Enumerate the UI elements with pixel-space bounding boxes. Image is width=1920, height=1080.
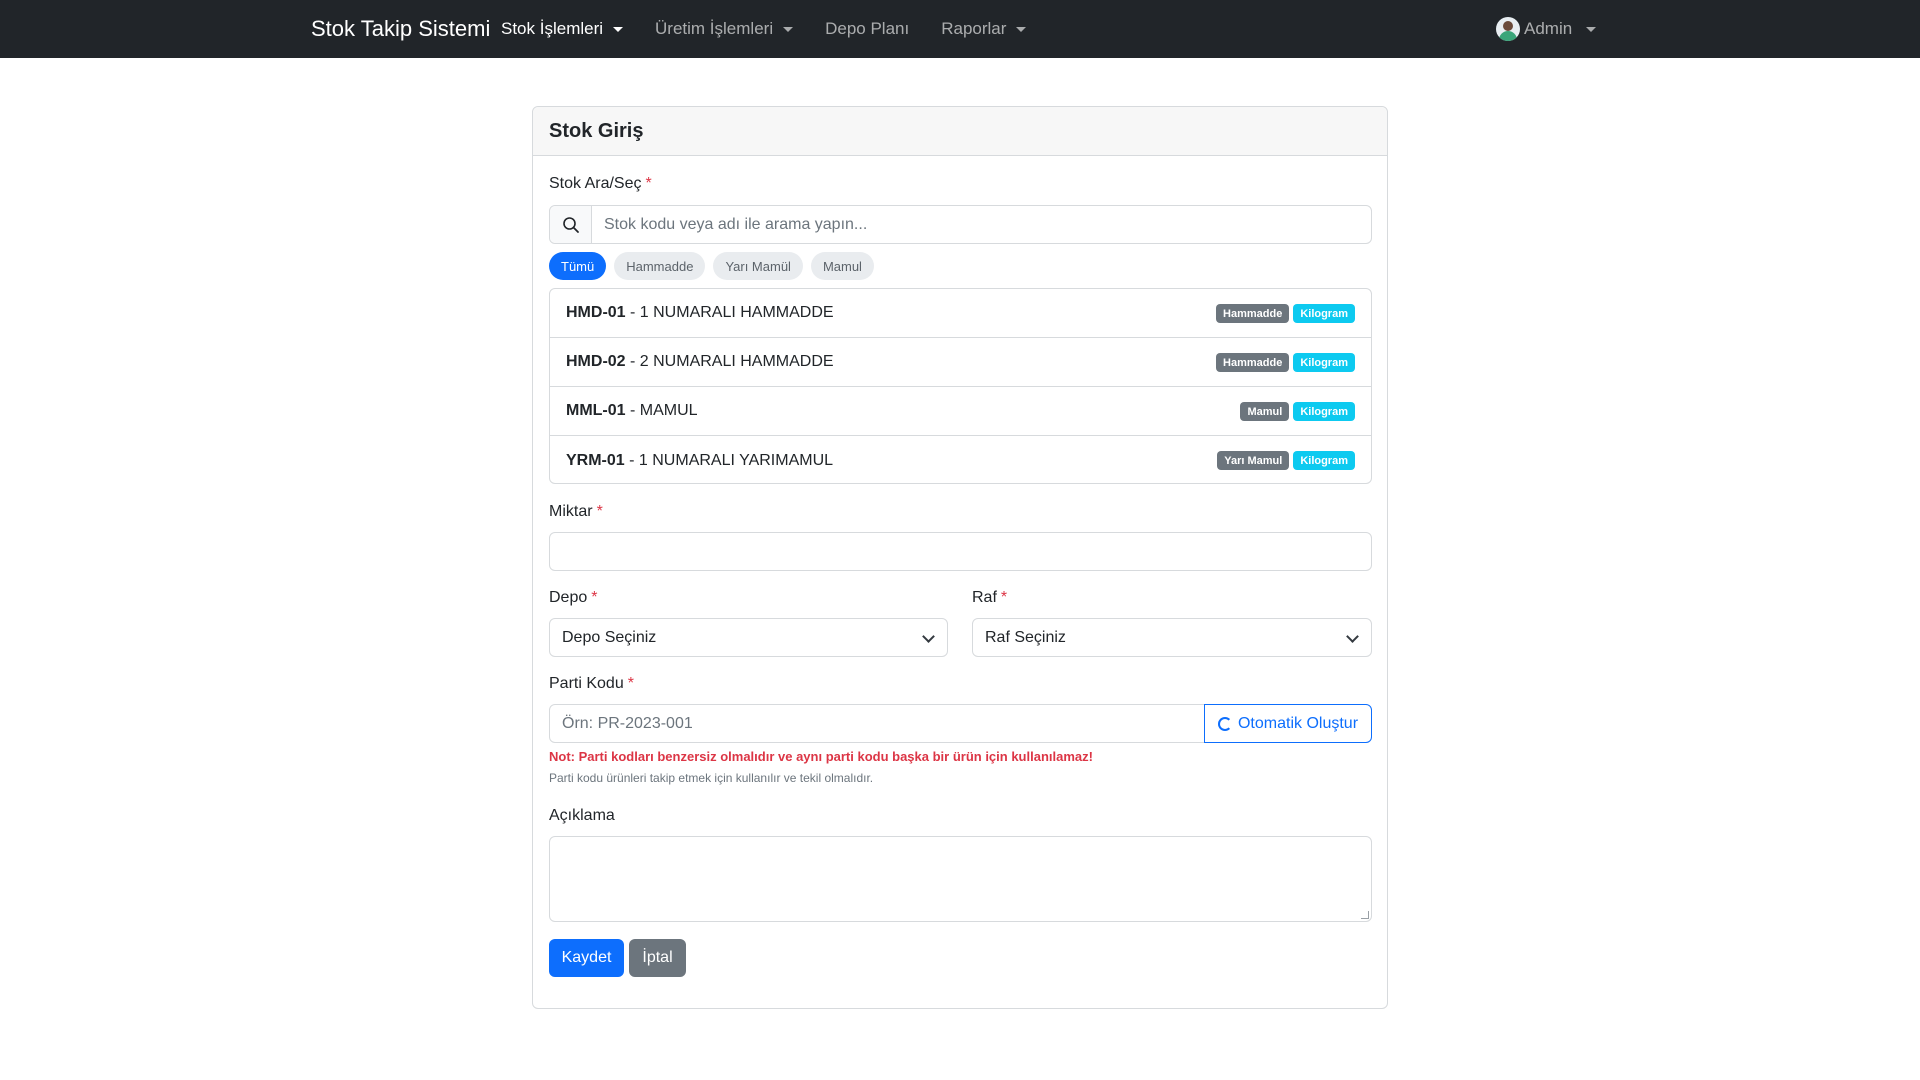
stock-name: - 2 NUMARALI HAMMADDE (625, 353, 834, 370)
stock-code: HMD-02 (566, 353, 626, 370)
nav-menu: Stok İşlemleri Üretim İşlemleri Depo Pla… (501, 0, 1058, 58)
quantity-label: Miktar * (549, 503, 603, 520)
cancel-button[interactable]: İptal (629, 939, 686, 977)
stock-name: - 1 NUMARALI YARIMAMUL (624, 451, 834, 469)
caret-down-icon (1586, 26, 1597, 32)
stock-code: YRM-01 (566, 451, 625, 469)
nav-item-uretim-islemleri[interactable]: Üretim İşlemleri (655, 19, 794, 39)
nav-item-label: Raporlar (941, 19, 1007, 38)
user-name: Admin (1524, 19, 1573, 38)
batch-code-placeholder: Örn: PR-2023-001 (562, 714, 693, 732)
stock-entry-card: Stok Giriş Stok Ara/Seç * Stok kodu veya … (532, 106, 1388, 1009)
unit-badge: Kilogram (1293, 353, 1355, 372)
filter-all[interactable]: Tümü (549, 252, 607, 280)
stock-name: - 1 NUMARALI HAMMADDE (625, 304, 834, 321)
stock-code: MML-01 (566, 402, 626, 419)
warehouse-select[interactable]: Depo Seçiniz (549, 618, 948, 657)
batch-code-help: Parti kodu ürünleri takip etmek için kul… (549, 771, 874, 785)
type-badge: Hammadde (1216, 353, 1290, 372)
stock-search-label: Stok Ara/Seç * (549, 175, 652, 192)
top-navbar: Stok Takip Sistemi Stok İşlemleri Üretim… (0, 0, 1920, 58)
refresh-icon (1217, 716, 1232, 731)
batch-code-warning: Not: Parti kodları benzersiz olmalıdır v… (549, 749, 1093, 764)
stock-search-input[interactable]: Stok kodu veya adı ile arama yapın... (592, 206, 1371, 243)
caret-down-icon (783, 26, 794, 32)
stock-type-filters: Tümü Hammadde Yarı Mamül Mamul (549, 252, 882, 280)
unit-badge: Kilogram (1293, 402, 1355, 421)
auto-generate-button[interactable]: Otomatik Oluştur (1204, 704, 1372, 743)
type-badge: Yarı Mamul (1217, 451, 1290, 470)
user-avatar-icon (1496, 17, 1520, 41)
list-item[interactable]: HMD-01 - 1 NUMARALI HAMMADDE Hammadde Kil… (550, 289, 1371, 338)
unit-badge: Kilogram (1293, 451, 1355, 470)
stock-list: HMD-01 - 1 NUMARALI HAMMADDE Hammadde Kil… (549, 288, 1372, 484)
batch-code-input[interactable]: Örn: PR-2023-001 (549, 704, 1205, 743)
warehouse-select-value: Depo Seçiniz (562, 628, 657, 646)
warehouse-label: Depo * (549, 589, 598, 606)
nav-item-raporlar[interactable]: Raporlar (941, 19, 1027, 39)
list-item[interactable]: MML-01 - MAMUL Mamul Kilogram (550, 387, 1371, 436)
nav-item-label: Depo Planı (825, 19, 910, 38)
stock-name: - MAMUL (625, 402, 698, 419)
caret-down-icon (613, 26, 624, 32)
nav-item-label: Stok İşlemleri (501, 19, 604, 38)
auto-generate-label: Otomatik Oluştur (1237, 714, 1359, 732)
chevron-down-icon (922, 630, 935, 643)
description-label: Açıklama (549, 807, 615, 824)
page-title: Stok Giriş (549, 119, 644, 142)
description-textarea[interactable] (549, 836, 1372, 922)
filter-mamul[interactable]: Mamul (810, 252, 874, 280)
type-badge: Mamul (1240, 402, 1290, 421)
list-item[interactable]: HMD-02 - 2 NUMARALI HAMMADDE Hammadde Kil… (550, 338, 1371, 387)
navbar-brand[interactable]: Stok Takip Sistemi (311, 16, 490, 42)
batch-code-label: Parti Kodu * (549, 675, 634, 692)
stock-code: HMD-01 (566, 304, 626, 321)
caret-down-icon (1016, 26, 1027, 32)
shelf-select[interactable]: Raf Seçiniz (972, 618, 1372, 657)
unit-badge: Kilogram (1293, 304, 1355, 323)
chevron-down-icon (1346, 630, 1359, 643)
user-menu[interactable]: Admin (1496, 0, 1597, 58)
filter-yari-mamul[interactable]: Yarı Mamül (713, 252, 803, 280)
stock-search-group: Stok kodu veya adı ile arama yapın... (549, 205, 1372, 244)
resize-handle-icon[interactable] (1361, 911, 1369, 919)
card-header: Stok Giriş (533, 107, 1387, 156)
save-button[interactable]: Kaydet (549, 939, 624, 977)
nav-item-label: Üretim İşlemleri (655, 19, 774, 38)
nav-item-stok-islemleri[interactable]: Stok İşlemleri (501, 19, 624, 39)
type-badge: Hammadde (1216, 304, 1290, 323)
quantity-input[interactable] (549, 532, 1372, 571)
nav-item-depo-plani[interactable]: Depo Planı (825, 19, 909, 39)
filter-hammadde[interactable]: Hammadde (614, 252, 706, 280)
shelf-select-value: Raf Seçiniz (985, 628, 1066, 646)
list-item[interactable]: YRM-01 - 1 NUMARALI YARIMAMUL Yarı Mamul… (550, 436, 1371, 483)
search-icon (550, 206, 592, 243)
shelf-label: Raf * (972, 589, 1008, 606)
